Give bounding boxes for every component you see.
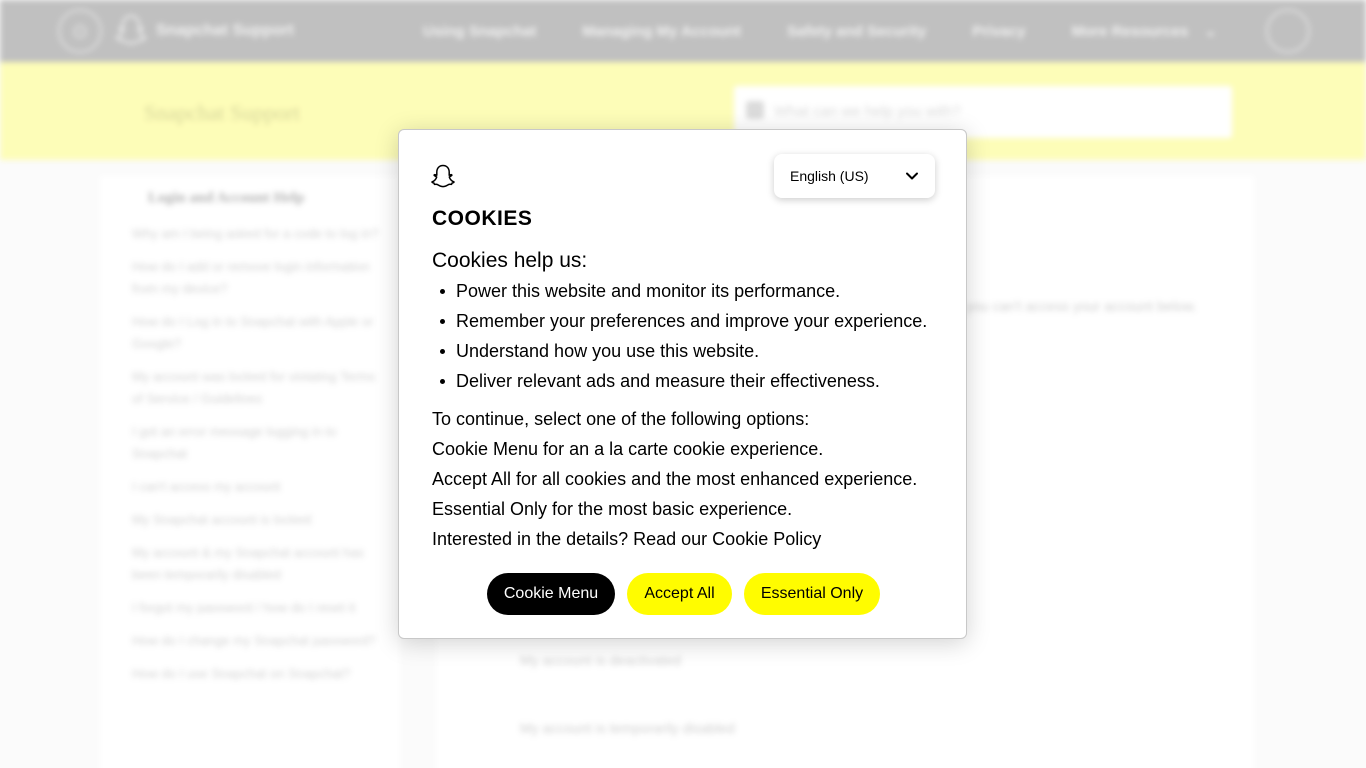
snapchat-ghost-icon <box>431 164 455 188</box>
instruction-line: Accept All for all cookies and the most … <box>432 469 918 489</box>
dialog-intro: Cookies help us: <box>432 249 588 272</box>
chevron-down-icon <box>906 172 918 180</box>
instruction-line: To continue, select one of the following… <box>432 409 810 429</box>
cookie-menu-button[interactable]: Cookie Menu <box>487 573 615 615</box>
accept-all-button[interactable]: Accept All <box>627 573 732 615</box>
cookie-consent-dialog: English (US) COOKIES Cookies help us: Po… <box>398 129 967 639</box>
dialog-title: COOKIES <box>432 207 533 230</box>
list-item: Understand how you use this website. <box>432 336 927 366</box>
cookie-purpose-list: Power this website and monitor its perfo… <box>432 276 927 396</box>
essential-only-button[interactable]: Essential Only <box>744 573 880 615</box>
dialog-instructions: To continue, select one of the following… <box>432 404 917 554</box>
instruction-line: Essential Only for the most basic experi… <box>432 499 793 519</box>
cookie-policy-line[interactable]: Interested in the details? Read our Cook… <box>432 524 917 554</box>
list-item: Remember your preferences and improve yo… <box>432 306 927 336</box>
dialog-actions: Cookie Menu Accept All Essential Only <box>487 573 880 615</box>
list-item: Deliver relevant ads and measure their e… <box>432 366 927 396</box>
instruction-line: Cookie Menu for an a la carte cookie exp… <box>432 439 824 459</box>
list-item: Power this website and monitor its perfo… <box>432 276 927 306</box>
language-value: English (US) <box>790 168 869 184</box>
language-select[interactable]: English (US) <box>774 154 935 198</box>
